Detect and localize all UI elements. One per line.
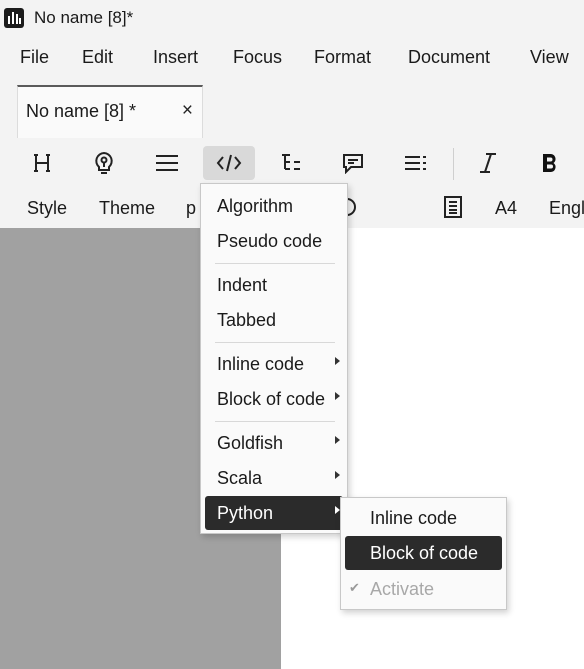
list-button[interactable]: [389, 146, 441, 180]
menu-item-label: Inline code: [217, 354, 305, 374]
menu-item-label: Pseudo code: [217, 231, 323, 251]
submenu-item-label: Inline code: [370, 508, 458, 528]
toolbar: [0, 140, 584, 186]
page-icon[interactable]: [443, 195, 463, 224]
tab-title: No name [8] *: [26, 101, 137, 121]
paragraph-button[interactable]: [141, 146, 193, 180]
list-icon: [405, 156, 426, 170]
submenu-arrow-icon: [335, 357, 340, 365]
submenu-item-activate: ✔ Activate: [345, 572, 502, 606]
submenu-item-block-of-code[interactable]: Block of code: [345, 536, 502, 570]
submenu-item-label: Block of code: [370, 543, 479, 563]
menu-item-algorithm[interactable]: Algorithm: [205, 189, 343, 223]
page-size-button[interactable]: A4: [495, 198, 517, 219]
menu-item-goldfish[interactable]: Goldfish: [205, 426, 343, 460]
menu-document[interactable]: Document: [408, 47, 490, 68]
close-icon[interactable]: ×: [182, 100, 193, 122]
heading-icon: [34, 154, 50, 172]
menu-item-label: Block of code: [217, 389, 326, 409]
python-submenu: Inline code Block of code ✔ Activate: [340, 497, 507, 610]
menu-file[interactable]: File: [20, 47, 49, 68]
menu-insert[interactable]: Insert: [153, 47, 198, 68]
comment-button[interactable]: [327, 146, 379, 180]
menu-item-label: Scala: [217, 468, 263, 488]
code-dropdown-menu: Algorithm Pseudo code Indent Tabbed Inli…: [200, 183, 348, 534]
menu-item-label: Indent: [217, 275, 268, 295]
theme-button[interactable]: Theme: [99, 198, 155, 219]
tab-bar: No name [8] * ×: [0, 80, 584, 138]
style-button[interactable]: Style: [27, 198, 67, 219]
menu-item-block-of-code[interactable]: Block of code: [205, 382, 343, 416]
comment-icon: [343, 154, 363, 174]
paragraph-icon: [156, 155, 178, 171]
menu-item-indent[interactable]: Indent: [205, 268, 343, 302]
submenu-arrow-icon: [335, 471, 340, 479]
italic-icon: [480, 153, 496, 173]
menu-item-scala[interactable]: Scala: [205, 461, 343, 495]
window-title: No name [8]*: [34, 8, 134, 27]
bold-icon: [543, 154, 556, 172]
italic-button[interactable]: [462, 146, 514, 180]
submenu-arrow-icon: [335, 392, 340, 400]
submenu-item-label: Activate: [370, 579, 435, 599]
menu-focus[interactable]: Focus: [233, 47, 282, 68]
submenu-arrow-icon: [335, 436, 340, 444]
menu-separator: [215, 263, 335, 264]
title-bar: No name [8]*: [0, 0, 584, 36]
menu-item-pseudo-code[interactable]: Pseudo code: [205, 224, 343, 258]
language-button[interactable]: Engl: [549, 198, 584, 219]
bold-button[interactable]: [524, 146, 576, 180]
heading-button[interactable]: [16, 146, 68, 180]
checkmark-icon: ✔: [349, 580, 360, 595]
menu-separator: [215, 342, 335, 343]
toolbar-separator: [453, 148, 454, 180]
menu-item-python[interactable]: Python: [205, 496, 343, 530]
menu-item-label: Goldfish: [217, 433, 284, 453]
menu-item-tabbed[interactable]: Tabbed: [205, 303, 343, 337]
code-icon: [216, 154, 242, 172]
partial-menu-label[interactable]: p: [186, 198, 196, 219]
app-logo-icon: [4, 8, 24, 28]
menu-format[interactable]: Format: [314, 47, 371, 68]
idea-icon: [95, 151, 113, 174]
menu-item-label: Algorithm: [217, 196, 294, 216]
menu-separator: [215, 421, 335, 422]
menu-bar: File Edit Insert Focus Format Document V…: [0, 40, 584, 74]
document-tab[interactable]: No name [8] * ×: [17, 85, 203, 138]
menu-view[interactable]: View: [530, 47, 569, 68]
menu-item-inline-code[interactable]: Inline code: [205, 347, 343, 381]
menu-edit[interactable]: Edit: [82, 47, 113, 68]
menu-item-label: Tabbed: [217, 310, 277, 330]
outline-icon: [282, 154, 300, 170]
submenu-item-inline-code[interactable]: Inline code: [345, 501, 502, 535]
code-button[interactable]: [203, 146, 255, 180]
idea-button[interactable]: [78, 146, 130, 180]
outline-button[interactable]: [265, 146, 317, 180]
menu-item-label: Python: [217, 503, 274, 523]
